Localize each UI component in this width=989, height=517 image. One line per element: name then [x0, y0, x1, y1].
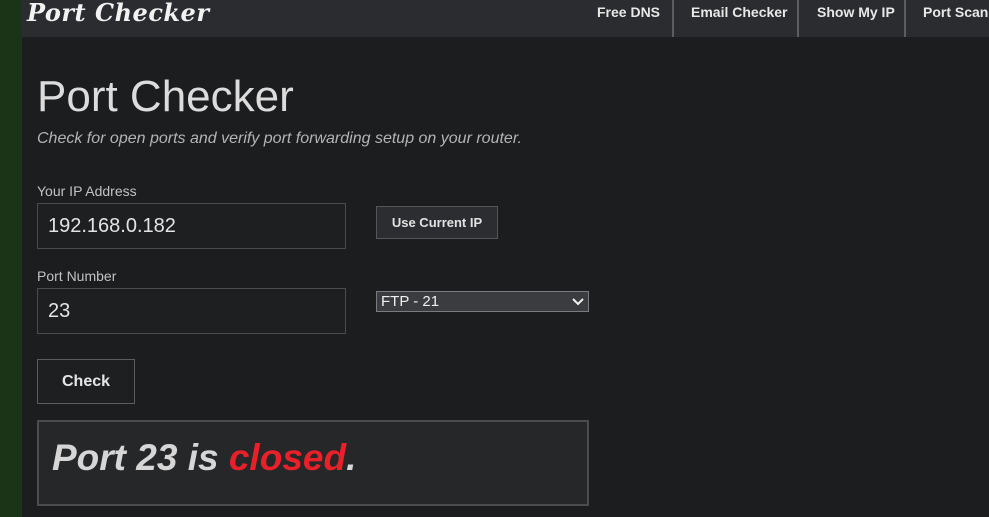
result-panel: Port 23 is closed.: [37, 420, 589, 506]
common-port-select-value: FTP - 21: [381, 293, 440, 310]
nav-item-free-dns[interactable]: Free DNS: [597, 0, 660, 37]
result-status: closed: [228, 437, 347, 478]
site-logo[interactable]: Port Checker: [27, 0, 209, 27]
check-button[interactable]: Check: [37, 359, 135, 404]
result-prefix: Port 23 is: [52, 437, 229, 478]
result-suffix: .: [346, 437, 357, 478]
chevron-down-icon: [572, 298, 584, 306]
left-strip-divider: [21, 0, 22, 517]
nav-separator: [797, 0, 799, 37]
result-message: Port 23 is closed.: [52, 437, 356, 479]
common-port-select[interactable]: FTP - 21: [376, 291, 589, 312]
top-navbar: Port Checker Free DNS Email Checker Show…: [22, 0, 989, 37]
ip-address-input[interactable]: [37, 203, 346, 249]
nav-separator: [904, 0, 906, 37]
nav-item-email-checker[interactable]: Email Checker: [691, 0, 788, 37]
nav-item-show-my-ip[interactable]: Show My IP: [817, 0, 895, 37]
nav-separator: [672, 0, 674, 37]
port-number-label: Port Number: [37, 268, 117, 284]
ip-address-label: Your IP Address: [37, 183, 137, 199]
left-side-strip: [0, 0, 21, 517]
use-current-ip-button[interactable]: Use Current IP: [376, 206, 498, 239]
nav-item-port-scanner[interactable]: Port Scann: [923, 0, 989, 37]
port-number-input[interactable]: [37, 288, 346, 334]
page-title: Port Checker: [37, 72, 294, 121]
page-subtitle: Check for open ports and verify port for…: [37, 130, 522, 147]
